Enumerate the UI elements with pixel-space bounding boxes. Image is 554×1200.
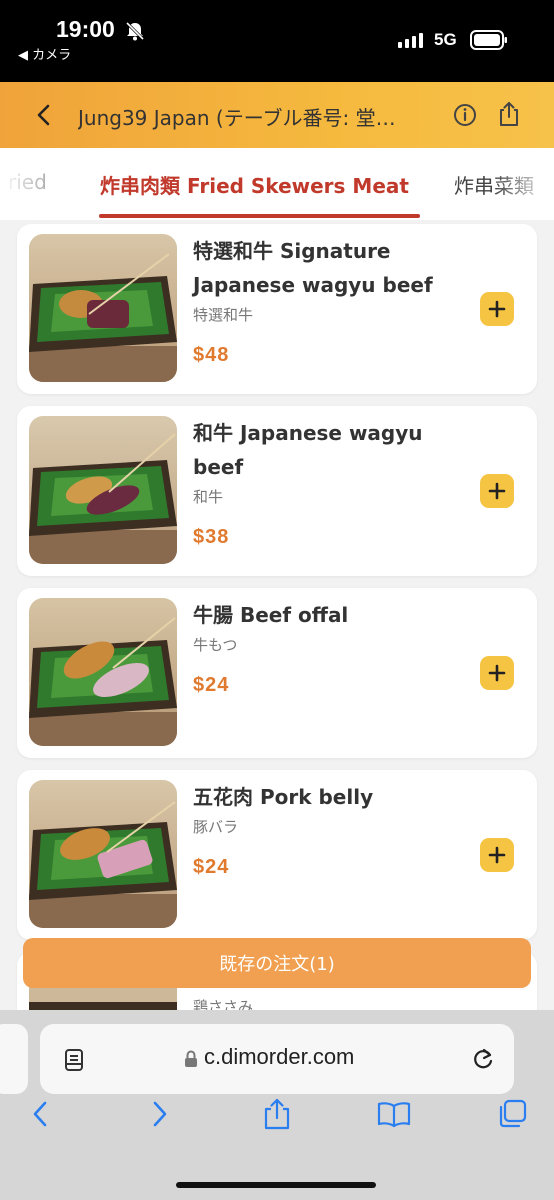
category-tabs: ried 炸串肉類 Fried Skewers Meat 炸串菜類 (0, 148, 554, 220)
active-tab-indicator (99, 214, 420, 218)
add-button[interactable] (480, 292, 514, 326)
plus-icon (488, 846, 506, 864)
status-bar: 19:00 ◀ カメラ 5G (0, 0, 554, 82)
back-to-app-link[interactable]: ◀ カメラ (18, 44, 71, 63)
item-subtitle: 特選和牛 (193, 306, 254, 324)
plus-icon (488, 300, 506, 318)
share-icon[interactable] (496, 100, 522, 128)
share-icon (264, 1098, 290, 1130)
add-button[interactable] (480, 656, 514, 690)
add-button[interactable] (480, 474, 514, 508)
item-price: $38 (193, 526, 230, 548)
url-text: c.dimorder.com (204, 1044, 355, 1069)
page-title: Jung39 Japan (テーブル番号: 堂… (78, 106, 396, 130)
plus-icon (488, 482, 506, 500)
item-price: $48 (193, 344, 230, 366)
battery-icon (470, 30, 507, 50)
tab-fade-right (494, 148, 554, 220)
browser-back-button[interactable] (20, 1094, 60, 1134)
item-price: $24 (193, 856, 230, 878)
browser-bookmarks-button[interactable] (374, 1094, 414, 1134)
item-photo (29, 416, 177, 564)
item-name: 五花肉 Pork belly (193, 785, 374, 809)
app-header: Jung39 Japan (テーブル番号: 堂… (0, 82, 554, 148)
bell-slash-icon (125, 21, 145, 41)
browser-tabs-button[interactable] (492, 1094, 532, 1134)
browser-forward-button[interactable] (140, 1094, 180, 1134)
tab-fried-skewers-meat[interactable]: 炸串肉類 Fried Skewers Meat (100, 170, 409, 199)
bookmarks-icon (377, 1102, 411, 1128)
forward-icon (153, 1101, 167, 1127)
menu-item-card[interactable]: 和牛 Japanese wagyu beef 和牛 $38 (17, 406, 537, 576)
network-label: 5G (434, 30, 457, 49)
item-subtitle: 和牛 (193, 488, 224, 506)
existing-orders-button[interactable]: 既存の注文(1) (23, 938, 531, 988)
lock-icon (185, 1050, 197, 1067)
back-icon (33, 1101, 47, 1127)
item-photo (29, 780, 177, 928)
signal-icon (398, 33, 423, 48)
item-name: 牛腸 Beef offal (193, 603, 349, 627)
address-bar[interactable]: c.dimorder.com (40, 1024, 514, 1094)
plus-icon (488, 664, 506, 682)
tab-fade-left (0, 148, 60, 220)
reload-icon[interactable] (470, 1046, 496, 1072)
item-name: 和牛 Japanese wagyu beef (193, 421, 423, 479)
browser-share-button[interactable] (257, 1094, 297, 1134)
back-chevron-icon (37, 104, 50, 126)
item-photo (29, 598, 177, 746)
reader-icon[interactable] (64, 1048, 86, 1072)
item-subtitle: 牛もつ (193, 636, 238, 654)
menu-item-card[interactable]: 五花肉 Pork belly 豚バラ $24 (17, 770, 537, 940)
status-time: 19:00 (56, 16, 115, 42)
menu-item-card[interactable]: 牛腸 Beef offal 牛もつ $24 (17, 588, 537, 758)
item-subtitle: 豚バラ (193, 818, 239, 836)
menu-item-card[interactable]: 特選和牛 Signature Japanese wagyu beef 特選和牛 … (17, 224, 537, 394)
back-button[interactable] (28, 99, 60, 131)
item-price: $24 (193, 674, 230, 696)
item-photo (29, 234, 177, 382)
add-button[interactable] (480, 838, 514, 872)
previous-tab-preview[interactable] (0, 1024, 28, 1094)
item-name: 特選和牛 Signature Japanese wagyu beef (193, 239, 433, 297)
home-indicator[interactable] (176, 1182, 376, 1188)
tabs-icon (499, 1099, 527, 1128)
info-icon[interactable] (452, 102, 478, 128)
